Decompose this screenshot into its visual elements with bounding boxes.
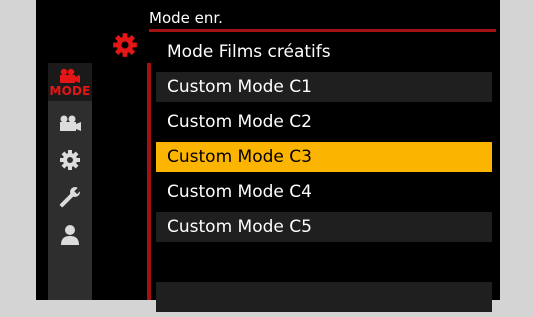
video-camera-icon — [60, 115, 81, 131]
movie-camera-icon — [60, 68, 80, 83]
menu-tab-bar: MODE — [48, 63, 92, 300]
page-title: Mode enr. — [149, 9, 223, 27]
menu-item-empty — [156, 282, 492, 312]
tab-custom[interactable] — [48, 142, 92, 178]
camera-screen: MODE Mode enr. Mode Films créatifs Custo… — [36, 0, 500, 312]
title-underline — [149, 29, 496, 32]
menu-item-c1[interactable]: Custom Mode C1 — [156, 72, 492, 102]
wrench-icon — [59, 186, 81, 208]
menu-list: Mode Films créatifs Custom Mode C1 Custo… — [156, 37, 492, 317]
menu-item-c4[interactable]: Custom Mode C4 — [156, 177, 492, 207]
submenu-gear-icon — [112, 32, 138, 58]
tab-my-menu[interactable] — [48, 217, 92, 253]
tab-mode-label: MODE — [49, 83, 91, 98]
tab-mode[interactable]: MODE — [48, 63, 92, 101]
person-icon — [61, 225, 79, 245]
menu-item-empty — [156, 247, 492, 277]
menu-item-c2[interactable]: Custom Mode C2 — [156, 107, 492, 137]
divider-line — [147, 63, 151, 300]
menu-item-films-creatifs[interactable]: Mode Films créatifs — [156, 37, 492, 67]
gear-icon — [60, 150, 80, 170]
tab-setup[interactable] — [48, 179, 92, 215]
menu-item-c5[interactable]: Custom Mode C5 — [156, 212, 492, 242]
menu-item-c3[interactable]: Custom Mode C3 — [156, 142, 492, 172]
tab-video[interactable] — [48, 105, 92, 141]
